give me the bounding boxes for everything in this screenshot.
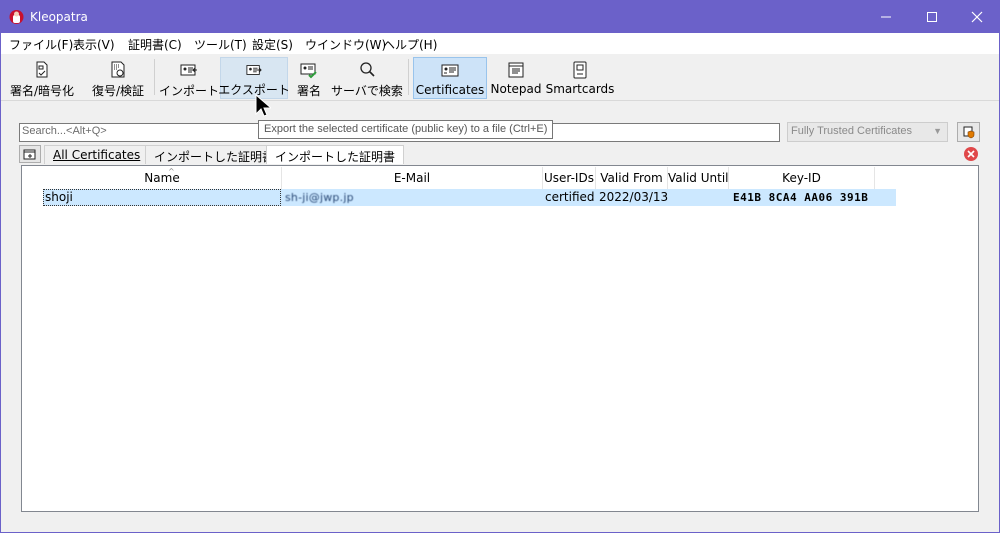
kleopatra-icon	[9, 10, 24, 24]
table-row[interactable]: shoji sh-ji@jwp.jp certified 2022/03/13 …	[43, 189, 896, 206]
toolbar: 署名/暗号化 復号/検証 インポート エクスポート 署名 サーバで検索 Cert…	[1, 54, 999, 101]
notepad-label: Notepad	[490, 82, 542, 96]
certificate-icon	[441, 64, 459, 77]
tab-all-certificates[interactable]: All Certificates	[44, 145, 150, 164]
new-tab-icon	[23, 149, 36, 160]
smartcards-button[interactable]: Smartcards	[546, 57, 614, 99]
column-header-name[interactable]: ^ Name	[43, 167, 282, 189]
sort-ascending-icon: ^	[168, 167, 175, 176]
column-header-valid-until[interactable]: Valid Until	[668, 167, 729, 189]
cell-valid-from: 2022/03/13	[599, 190, 669, 204]
tab-bar: All Certificates インポートした証明書 インポートした証明書	[19, 144, 981, 164]
certification-settings-button[interactable]	[957, 122, 980, 142]
export-icon	[246, 65, 262, 75]
tab-label: インポートした証明書	[275, 150, 396, 164]
search-icon	[360, 62, 375, 77]
minimize-icon	[881, 16, 891, 18]
import-label: インポート	[159, 84, 220, 98]
menu-settings[interactable]: 設定(S)	[252, 36, 293, 53]
sign-encrypt-icon	[36, 61, 48, 78]
menu-file[interactable]: ファイル(F)	[9, 36, 73, 53]
certificate-list[interactable]: ^ Name E-Mail User-IDs Valid From Valid …	[21, 165, 979, 512]
export-tooltip: Export the selected certificate (public …	[258, 120, 554, 139]
smartcard-icon	[573, 61, 587, 79]
new-tab-button[interactable]	[19, 145, 41, 163]
status-bar	[1, 514, 999, 532]
kleopatra-window: Kleopatra ファイル(F) 表示(V) 証明書(C) ツール(T) 設定…	[0, 0, 1000, 533]
close-icon	[971, 11, 983, 23]
tab-imported-certificates-2[interactable]: インポートした証明書	[266, 145, 405, 164]
decrypt-verify-icon	[111, 61, 125, 78]
tab-label: All Certificates	[53, 148, 141, 162]
sign-label: 署名	[296, 84, 321, 98]
close-tab-icon[interactable]	[963, 146, 979, 162]
menu-window[interactable]: ウインドウ(W)	[305, 36, 386, 53]
menu-bar: ファイル(F) 表示(V) 証明書(C) ツール(T) 設定(S) ウインドウ(…	[1, 33, 999, 54]
column-header-user-ids[interactable]: User-IDs	[543, 167, 596, 189]
cell-key-id: E41B 8CA4 AA06 391B	[733, 191, 869, 204]
tab-imported-certificates-1[interactable]: インポートした証明書	[145, 145, 284, 164]
sign-encrypt-button[interactable]: 署名/暗号化	[7, 57, 77, 99]
export-label: エクスポート	[218, 83, 290, 97]
menu-tools[interactable]: ツール(T)	[194, 36, 247, 53]
decrypt-verify-button[interactable]: 復号/検証	[87, 57, 149, 99]
cell-email: sh-ji@jwp.jp	[285, 191, 354, 204]
mouse-cursor-icon	[255, 94, 271, 117]
toolbar-separator	[408, 59, 409, 95]
menu-help[interactable]: ヘルプ(H)	[383, 36, 437, 53]
import-button[interactable]: インポート	[159, 57, 220, 99]
certificates-view-button[interactable]: Certificates	[413, 57, 487, 99]
column-header-key-id[interactable]: Key-ID	[729, 167, 875, 189]
cell-user-ids: certified	[545, 190, 595, 204]
menu-certificates[interactable]: 証明書(C)	[128, 36, 182, 53]
lookup-server-label: サーバで検索	[331, 84, 403, 98]
smartcards-label: Smartcards	[545, 82, 615, 96]
minimize-button[interactable]	[863, 1, 909, 33]
certify-icon	[300, 63, 317, 79]
maximize-icon	[927, 12, 937, 22]
chevron-down-icon: ▼	[933, 126, 942, 136]
sign-button[interactable]: 署名	[292, 57, 326, 99]
toolbar-separator	[154, 59, 155, 95]
column-header-email[interactable]: E-Mail	[282, 167, 543, 189]
menu-view[interactable]: 表示(V)	[73, 36, 115, 53]
window-title: Kleopatra	[30, 10, 88, 24]
certificates-view-label: Certificates	[415, 83, 485, 97]
filter-selected-value: Fully Trusted Certificates	[791, 125, 913, 137]
export-button[interactable]: エクスポート	[218, 57, 290, 99]
import-icon	[180, 64, 197, 76]
cell-name: shoji	[43, 189, 281, 206]
lookup-server-button[interactable]: サーバで検索	[331, 57, 403, 99]
title-bar: Kleopatra	[1, 1, 999, 33]
maximize-button[interactable]	[909, 1, 955, 33]
certificate-filter-select[interactable]: Fully Trusted Certificates ▼	[787, 122, 948, 142]
notepad-button[interactable]: Notepad	[490, 57, 542, 99]
notepad-icon	[508, 62, 524, 78]
column-header-valid-from[interactable]: Valid From	[596, 167, 668, 189]
sign-encrypt-label: 署名/暗号化	[9, 84, 75, 98]
close-button[interactable]	[954, 1, 1000, 33]
decrypt-verify-label: 復号/検証	[91, 84, 145, 98]
certificate-shield-icon	[963, 126, 974, 139]
